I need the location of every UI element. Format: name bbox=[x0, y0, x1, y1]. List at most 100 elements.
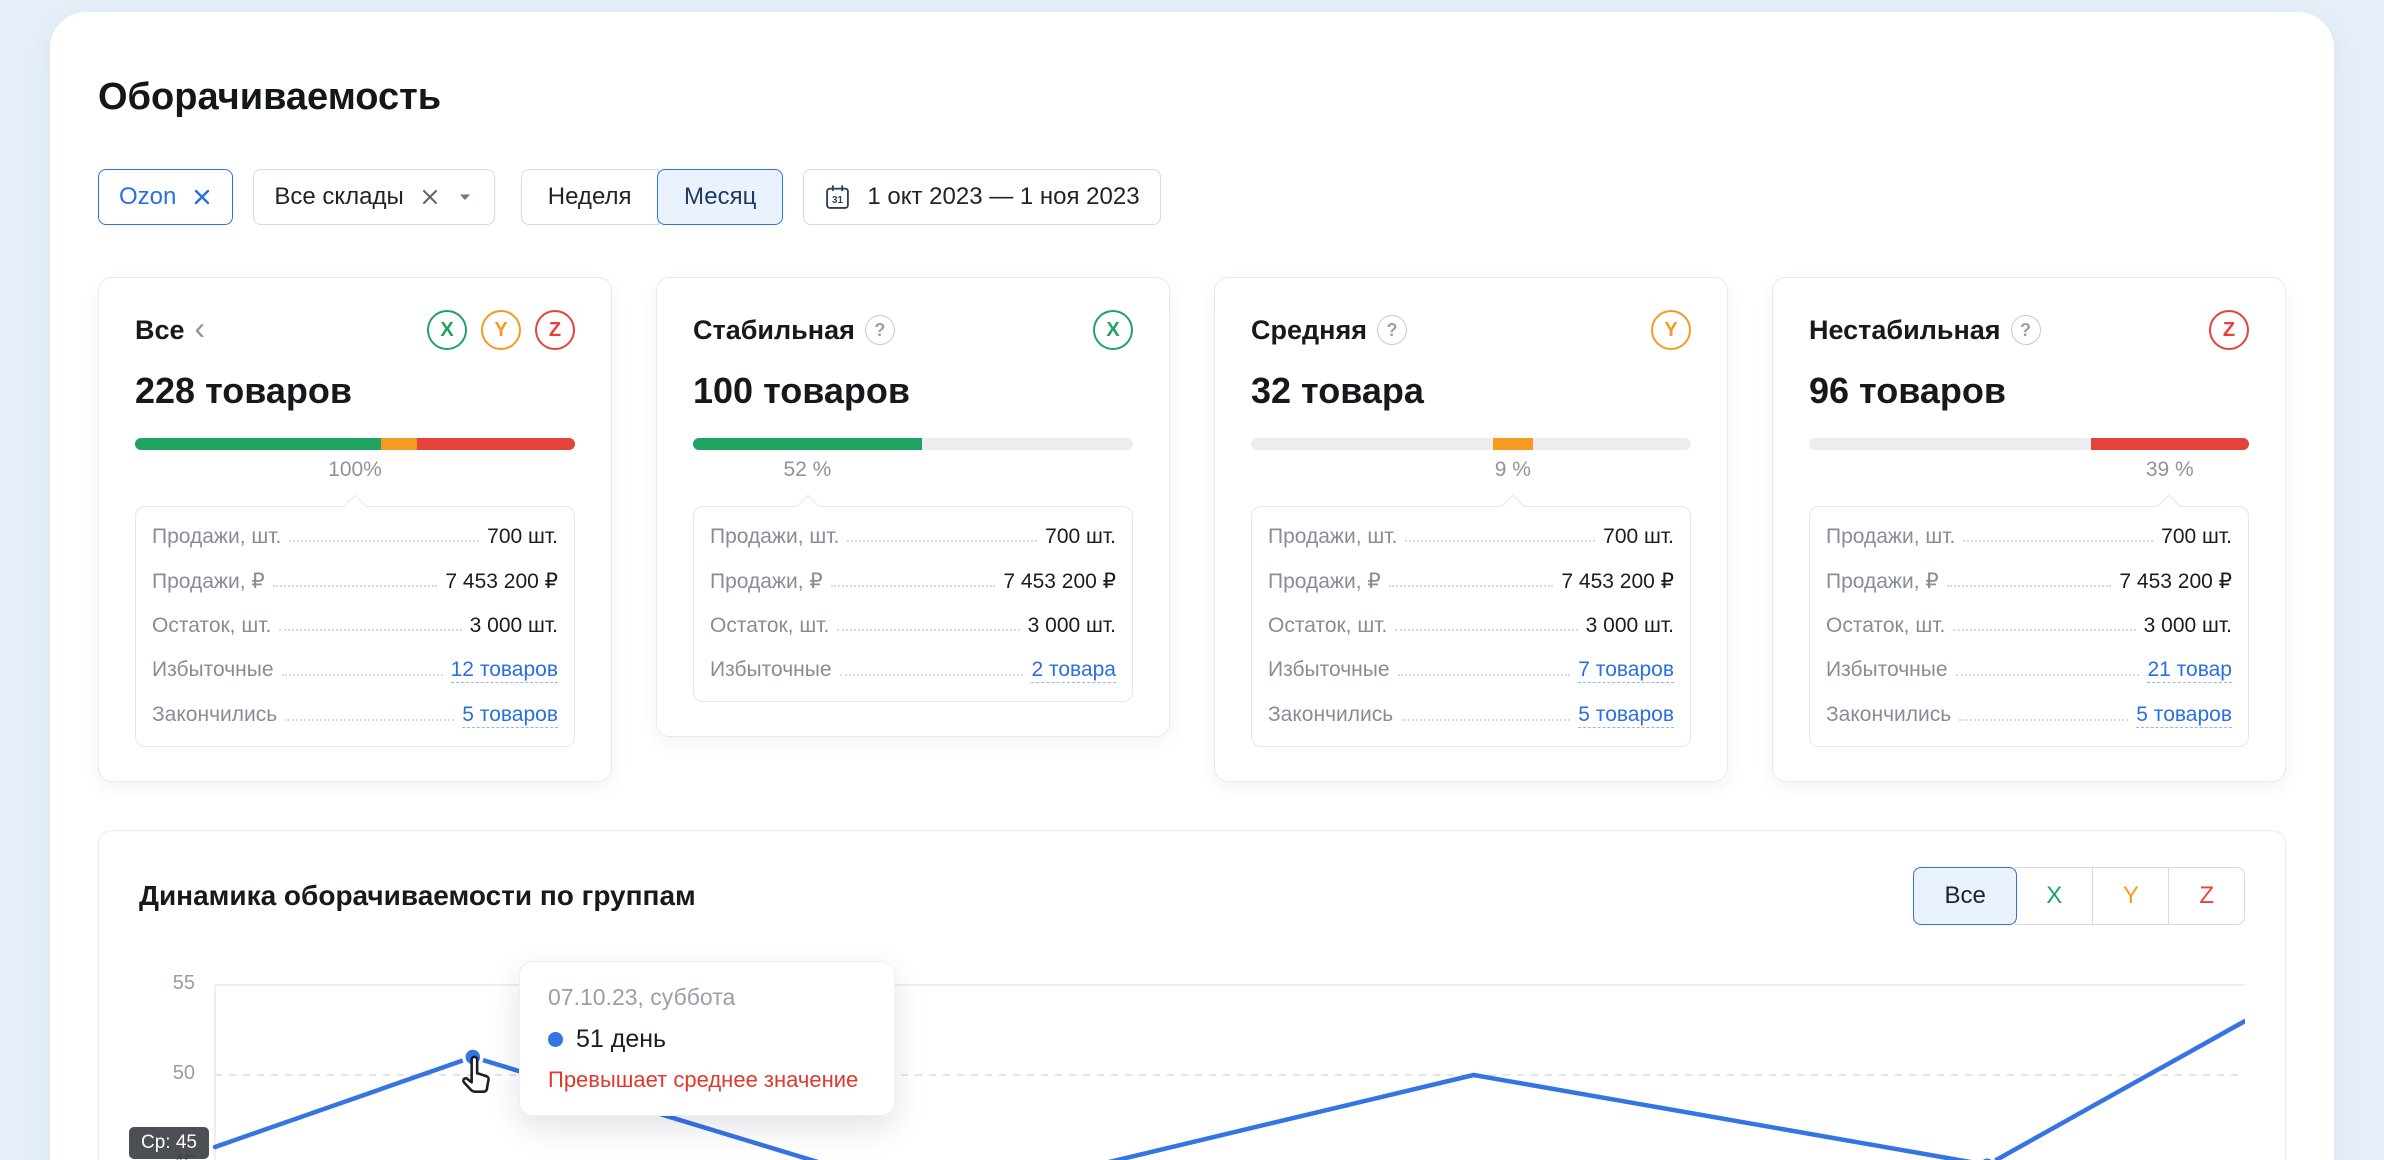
date-range-picker[interactable]: 31 1 окт 2023 — 1 ноя 2023 bbox=[803, 169, 1160, 225]
summary-cards: Все ‹ X Y Z 228 товаров 100% Продажи, шт… bbox=[98, 277, 2286, 782]
turnover-line-chart bbox=[139, 961, 2245, 1160]
tab-x[interactable]: X bbox=[2015, 867, 2093, 925]
stats-box: Продажи, шт.700 шт.Продажи, ₽7 453 200 ₽… bbox=[135, 506, 575, 747]
help-icon[interactable]: ? bbox=[2011, 315, 2041, 345]
tab-z[interactable]: Z bbox=[2168, 867, 2245, 925]
stat-label: Остаток, шт. bbox=[1268, 614, 1387, 638]
help-icon[interactable]: ? bbox=[865, 315, 895, 345]
stat-label: Продажи, ₽ bbox=[1826, 569, 1939, 594]
dotted-leader bbox=[1963, 540, 2153, 542]
dotted-leader bbox=[847, 540, 1037, 542]
stat-value: 7 453 200 ₽ bbox=[2119, 569, 2232, 594]
stat-label: Избыточные bbox=[152, 658, 274, 682]
tab-y[interactable]: Y bbox=[2092, 867, 2170, 925]
stat-value-link[interactable]: 5 товаров bbox=[1578, 703, 1674, 728]
stat-row: Остаток, шт.3 000 шт. bbox=[694, 604, 1132, 648]
distribution-bar bbox=[693, 438, 1133, 450]
chart-area: Ср: 45 07.10.23, суббота 51 день Превыша… bbox=[139, 961, 2245, 1160]
tooltip-date: 07.10.23, суббота bbox=[548, 984, 866, 1011]
chart-title: Динамика оборачиваемости по группам bbox=[139, 880, 696, 912]
stat-value-link[interactable]: 5 товаров bbox=[2136, 703, 2232, 728]
remove-filter-icon[interactable] bbox=[192, 187, 212, 207]
card-count: 96 товаров bbox=[1809, 370, 2249, 412]
stat-label: Закончились bbox=[1826, 703, 1951, 727]
stat-label: Остаток, шт. bbox=[152, 614, 271, 638]
dotted-leader bbox=[289, 540, 479, 542]
dotted-leader bbox=[279, 629, 461, 631]
card-title: Все bbox=[135, 315, 185, 346]
stat-value-link[interactable]: 7 товаров bbox=[1578, 658, 1674, 683]
chevron-left-icon[interactable]: ‹ bbox=[195, 312, 206, 344]
stat-value: 7 453 200 ₽ bbox=[445, 569, 558, 594]
dotted-leader bbox=[273, 585, 438, 587]
stat-row: Продажи, шт.700 шт. bbox=[1252, 515, 1690, 559]
chevron-down-icon[interactable] bbox=[456, 188, 474, 206]
badge-x[interactable]: X bbox=[1093, 310, 1133, 350]
dotted-leader bbox=[831, 585, 996, 587]
summary-card-stable: Стабильная ? X 100 товаров 52 % Продажи,… bbox=[656, 277, 1170, 737]
period-week-button[interactable]: Неделя bbox=[521, 169, 659, 225]
dotted-leader bbox=[1398, 674, 1571, 676]
card-title: Нестабильная bbox=[1809, 315, 2001, 346]
distribution-bar bbox=[1251, 438, 1691, 450]
badge-z[interactable]: Z bbox=[535, 310, 575, 350]
stat-label: Продажи, ₽ bbox=[710, 569, 823, 594]
page-title: Оборачиваемость bbox=[98, 76, 2286, 119]
stat-value-link[interactable]: 21 товар bbox=[2147, 658, 2232, 683]
summary-card-all: Все ‹ X Y Z 228 товаров 100% Продажи, шт… bbox=[98, 277, 612, 782]
percent-label: 100% bbox=[328, 458, 382, 482]
svg-text:31: 31 bbox=[832, 195, 843, 206]
dotted-leader bbox=[840, 674, 1024, 676]
turnover-panel: Оборачиваемость Ozon Все склады Неделя М… bbox=[50, 12, 2334, 1160]
stats-box: Продажи, шт.700 шт. Продажи, ₽ 7 453 200 ₽… bbox=[693, 506, 1133, 702]
stat-value-link[interactable]: 5 товаров bbox=[462, 703, 558, 728]
badge-y[interactable]: Y bbox=[481, 310, 521, 350]
stat-row: Остаток, шт.3 000 шт. bbox=[1810, 604, 2248, 648]
stat-value: 7 453 200 ₽ bbox=[1003, 569, 1116, 594]
period-month-button[interactable]: Месяц bbox=[657, 169, 783, 225]
card-count: 100 товаров bbox=[693, 370, 1133, 412]
percent-label: 39 % bbox=[2146, 458, 2194, 482]
stats-box: Продажи, шт.700 шт.Продажи, ₽7 453 200 ₽… bbox=[1251, 506, 1691, 747]
percent-label: 52 % bbox=[783, 458, 831, 482]
stat-row: Избыточные 7 товаров bbox=[1252, 648, 1690, 693]
stat-value-link[interactable]: 2 товара bbox=[1031, 658, 1116, 683]
help-icon[interactable]: ? bbox=[1377, 315, 1407, 345]
stat-row: Продажи, шт.700 шт. bbox=[1810, 515, 2248, 559]
dotted-leader bbox=[285, 719, 454, 721]
stat-row: Продажи, ₽ 7 453 200 ₽ bbox=[694, 559, 1132, 604]
warehouse-filter-chip[interactable]: Все склады bbox=[253, 169, 494, 225]
date-range-label: 1 окт 2023 — 1 ноя 2023 bbox=[867, 183, 1139, 211]
summary-card-unstable: Нестабильная ? Z 96 товаров 39 % Продажи… bbox=[1772, 277, 2286, 782]
stat-label: Продажи, ₽ bbox=[152, 569, 265, 594]
badge-z[interactable]: Z bbox=[2209, 310, 2249, 350]
group-badges: X Y Z bbox=[427, 310, 575, 350]
dotted-leader bbox=[1956, 674, 2140, 676]
dotted-leader bbox=[1405, 540, 1595, 542]
stat-value: 3 000 шт. bbox=[470, 614, 558, 638]
stat-value: 7 453 200 ₽ bbox=[1561, 569, 1674, 594]
stat-row: Продажи, ₽ 7 453 200 ₽ bbox=[1810, 559, 2248, 604]
tab-all[interactable]: Все bbox=[1913, 867, 2016, 925]
tooltip-note: Превышает среднее значение bbox=[548, 1067, 866, 1093]
bar-segment bbox=[417, 438, 575, 450]
remove-filter-icon[interactable] bbox=[420, 187, 440, 207]
marketplace-filter-chip[interactable]: Ozon bbox=[98, 169, 233, 225]
group-badges: Z bbox=[2209, 310, 2249, 350]
percent-label: 9 % bbox=[1495, 458, 1531, 482]
badge-y[interactable]: Y bbox=[1651, 310, 1691, 350]
stat-value: 700 шт. bbox=[1603, 525, 1674, 549]
stat-label: Продажи, шт. bbox=[710, 525, 839, 549]
badge-x[interactable]: X bbox=[427, 310, 467, 350]
stat-value: 3 000 шт. bbox=[1586, 614, 1674, 638]
dotted-leader bbox=[1959, 719, 2128, 721]
stat-row: Продажи, шт.700 шт. bbox=[694, 515, 1132, 559]
bar-segment bbox=[1493, 438, 1533, 450]
warehouse-filter-label: Все склады bbox=[274, 183, 403, 211]
marketplace-filter-label: Ozon bbox=[119, 183, 176, 211]
stat-value: 700 шт. bbox=[487, 525, 558, 549]
stat-label: Закончились bbox=[152, 703, 277, 727]
stat-label: Избыточные bbox=[1268, 658, 1390, 682]
stat-value-link[interactable]: 12 товаров bbox=[451, 658, 558, 683]
dotted-leader bbox=[1401, 719, 1570, 721]
